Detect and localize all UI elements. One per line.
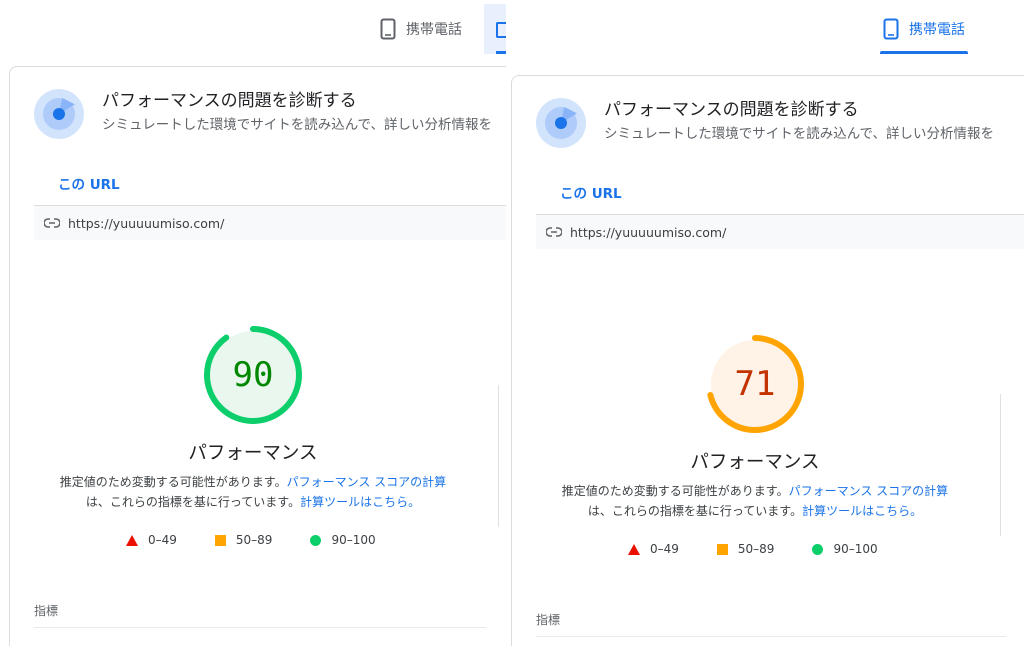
card-title: パフォーマンスの問題を診断する [102, 91, 357, 111]
square-icon [716, 543, 728, 555]
metrics-divider [34, 627, 486, 628]
legend-pass: 90–100 [310, 533, 376, 547]
tab-mobile-label: 携帯電話 [909, 22, 965, 38]
smartphone-icon [380, 18, 396, 40]
device-tab-bar: 携帯電話 [508, 0, 1024, 62]
score-note: 推定値のため変動する可能性があります。パフォーマンス スコアの計算 は、これらの… [59, 475, 447, 509]
comparison-screenshot: 携帯電話 パフォーマンスの問題を診断する シミュレートした環境でサイトを読み込ん… [0, 0, 1024, 646]
tested-url: https://yuuuuumiso.com/ [68, 215, 225, 231]
left-panel: 携帯電話 パフォーマンスの問題を診断する シミュレートした環境でサイトを読み込ん… [0, 0, 508, 646]
tab-mobile-underline [880, 51, 968, 54]
diagnose-card: パフォーマンスの問題を診断する シミュレートした環境でサイトを読み込んで、詳しい… [511, 75, 1024, 646]
tab-desktop[interactable] [484, 4, 508, 54]
performance-gauge: 90 [203, 325, 303, 425]
calculator-link[interactable]: 計算ツールはこちら。 [300, 495, 420, 509]
triangle-icon [628, 543, 640, 555]
right-panel: 携帯電話 パフォーマンスの問題を診断する シミュレートした環境でサイトを読み込ん… [508, 0, 1024, 646]
panel-divider [506, 0, 508, 646]
url-row: https://yuuuuumiso.com/ [34, 206, 508, 240]
card-subtitle: シミュレートした環境でサイトを読み込んで、詳しい分析情報を [604, 126, 995, 142]
square-icon [214, 534, 226, 546]
smartphone-icon [883, 18, 899, 40]
performance-label: パフォーマンス [188, 443, 318, 464]
score-legend: 0–49 50–89 90–100 [126, 533, 376, 547]
circle-icon [812, 543, 824, 555]
tab-this-url-label: この URL [58, 177, 120, 193]
scroll-track [1000, 394, 1001, 536]
performance-score: 90 [232, 355, 274, 395]
card-subtitle: シミュレートした環境でサイトを読み込んで、詳しい分析情報を [102, 117, 493, 133]
card-header: パフォーマンスの問題を診断する シミュレートした環境でサイトを読み込んで、詳しい… [536, 98, 1024, 148]
performance-label: パフォーマンス [690, 452, 820, 473]
legend-average: 50–89 [716, 542, 774, 556]
scroll-track [498, 385, 499, 527]
lighthouse-icon [536, 98, 586, 148]
tab-mobile[interactable]: 携帯電話 [380, 18, 462, 40]
score-legend: 0–49 50–89 90–100 [628, 542, 878, 556]
url-row: https://yuuuuumiso.com/ [536, 215, 1024, 249]
score-calculation-link[interactable]: パフォーマンス スコアの計算 [287, 475, 447, 489]
legend-fail: 0–49 [126, 533, 177, 547]
card-header: パフォーマンスの問題を診断する シミュレートした環境でサイトを読み込んで、詳しい… [34, 89, 508, 139]
metrics-heading: 指標 [34, 604, 59, 618]
tab-mobile-label: 携帯電話 [406, 22, 462, 38]
legend-pass: 90–100 [812, 542, 878, 556]
score-calculation-link[interactable]: パフォーマンス スコアの計算 [789, 484, 949, 498]
link-icon [43, 216, 61, 231]
device-tab-bar: 携帯電話 [0, 0, 508, 62]
performance-gauge: 71 [705, 334, 805, 434]
tab-this-url[interactable]: この URL [558, 182, 624, 218]
diagnose-card: パフォーマンスの問題を診断する シミュレートした環境でサイトを読み込んで、詳しい… [9, 66, 508, 646]
score-note: 推定値のため変動する可能性があります。パフォーマンス スコアの計算 は、これらの… [561, 484, 949, 518]
triangle-icon [126, 534, 138, 546]
legend-fail: 0–49 [628, 542, 679, 556]
tested-url: https://yuuuuumiso.com/ [570, 224, 727, 240]
metrics-divider [536, 636, 1006, 637]
tab-this-url-label: この URL [560, 186, 622, 202]
lighthouse-icon [34, 89, 84, 139]
tab-mobile[interactable]: 携帯電話 [880, 18, 968, 54]
circle-icon [310, 534, 322, 546]
performance-score: 71 [734, 364, 776, 404]
desktop-icon [496, 22, 506, 38]
tab-this-url[interactable]: この URL [56, 173, 122, 209]
calculator-link[interactable]: 計算ツールはこちら。 [802, 504, 922, 518]
card-title: パフォーマンスの問題を診断する [604, 100, 859, 120]
metrics-heading: 指標 [536, 613, 561, 627]
legend-average: 50–89 [214, 533, 272, 547]
link-icon [545, 225, 563, 240]
